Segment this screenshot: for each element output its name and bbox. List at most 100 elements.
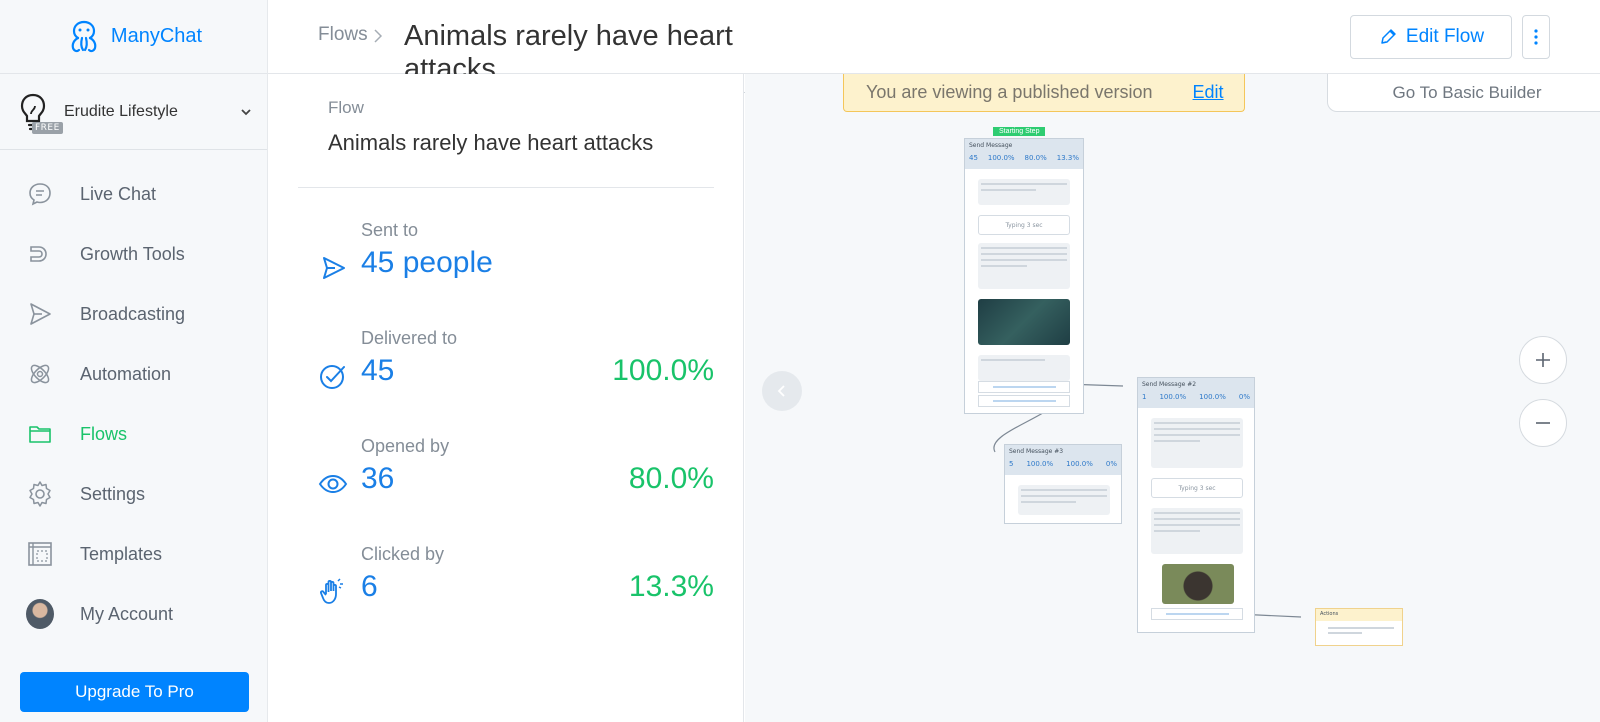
node-title: Send Message #2 [1142,381,1197,388]
nav-item-templates[interactable]: Templates [0,524,267,584]
image-attachment [978,299,1070,345]
divider [298,187,714,188]
node-stat: 100.0% [1026,460,1054,468]
minus-icon [1536,422,1550,424]
stat-label: Clicked by [361,544,445,564]
flow-node-actions[interactable]: Actions [1315,608,1403,646]
edit-flow-label: Edit Flow [1405,26,1485,47]
zoom-out-button[interactable] [1519,399,1567,447]
typing-indicator: Typing 3 sec [1151,478,1243,498]
stat-percent: 13.3% [628,570,714,603]
quick-reply-button[interactable] [978,381,1070,393]
banner-text: You are viewing a published version [866,82,1153,102]
edit-flow-button[interactable]: Edit Flow [1350,15,1512,59]
flow-stats-panel: Flow Animals rarely have heart attacks S… [268,74,744,722]
node-stat: 1 [1142,393,1147,401]
node-stat: 0% [1238,393,1250,401]
node-stat: 100.0% [987,154,1015,162]
plus-icon [1536,353,1550,367]
stat-percent: 100.0% [612,354,714,387]
node-title: Actions [1316,609,1402,621]
chevron-left-icon [777,385,785,397]
top-header: Flows Animals rarely have heart attacks … [268,0,1600,93]
flow-node-send-message-2[interactable]: Send Message #2 1 100.0% 100.0% 0% Typin… [1137,377,1255,633]
typing-indicator: Typing 3 sec [978,215,1070,235]
stat-label: Delivered to [361,328,458,348]
nav-label: Growth Tools [80,243,185,264]
logo[interactable]: ManyChat [0,0,267,74]
plan-badge: FREE [32,121,63,134]
node-stat: 80.0% [1024,154,1047,162]
breadcrumb-flows[interactable]: Flows [318,24,368,46]
more-options-button[interactable] [1522,15,1550,59]
message-bubble [978,243,1070,289]
published-banner: You are viewing a published version Edit [843,74,1245,112]
stat-percent: 80.0% [628,462,714,495]
nav-item-automation[interactable]: Automation [0,344,267,404]
stat-value: 6 [361,570,378,603]
node-stat: 100.0% [1066,460,1093,468]
atom-icon [26,360,54,388]
pen-icon [1381,29,1396,44]
zoom-in-button[interactable] [1519,336,1567,384]
nav-item-broadcasting[interactable]: Broadcasting [0,284,267,344]
image-attachment [1162,564,1234,604]
sidebar: ManyChat FREE Erudite Lifestyle Live Cha… [0,0,268,722]
message-bubble [1151,508,1243,554]
stat-delivered: Delivered to 45 100.0% [298,328,714,418]
node-title: Send Message #3 [1009,448,1064,455]
check-circle-icon [320,365,345,389]
message-button[interactable] [1151,608,1243,620]
eye-icon [318,474,348,494]
nav-item-growth-tools[interactable]: Growth Tools [0,224,267,284]
message-bubble [1151,418,1243,468]
nav-label: Live Chat [80,183,157,204]
quick-reply-button[interactable] [978,395,1070,407]
nav-label: Automation [80,363,172,384]
node-header: Send Message #2 1 100.0% 100.0% 0% [1138,378,1254,408]
node-header: Send Message 45 100.0% 80.0% 13.3% [965,139,1083,169]
node-stat: 100.0% [1159,393,1187,401]
flow-node-send-message-3[interactable]: Send Message #3 5 100.0% 100.0% 0% [1004,444,1122,524]
nav-item-flows[interactable]: Flows [0,404,267,464]
stat-clicked: Clicked by 6 13.3% [298,544,714,634]
nav-label: Settings [80,483,146,504]
chevron-down-icon [241,108,251,115]
node-stat: 5 [1009,460,1014,468]
message-bubble [978,179,1070,205]
flow-name: Animals rarely have heart attacks [328,130,654,155]
stat-sent: Sent to 45 people [298,220,698,310]
node-stats: 5 100.0% 100.0% 0% [1009,460,1117,468]
go-to-basic-builder-button[interactable]: Go To Basic Builder [1327,74,1600,112]
templates-icon [26,540,54,568]
account-name: Erudite Lifestyle [64,102,178,120]
gear-icon [26,480,54,508]
chevron-right-icon [374,29,383,43]
stat-label: Sent to [361,220,419,240]
kebab-icon [1534,29,1538,45]
node-stat: 0% [1105,460,1117,468]
app-name: ManyChat [110,25,203,47]
stat-value: 45 [361,354,395,387]
nav-item-my-account[interactable]: My Account [0,584,267,644]
node-stats: 1 100.0% 100.0% 0% [1142,393,1250,401]
stat-value: 45 people [361,246,493,279]
account-switcher[interactable]: FREE Erudite Lifestyle [0,74,267,150]
hand-pointer-icon [320,578,343,604]
upgrade-button[interactable]: Upgrade To Pro [20,672,249,712]
nav-label: Flows [80,423,128,444]
nav-item-settings[interactable]: Settings [0,464,267,524]
message-bubble [978,355,1070,381]
nav-item-live-chat[interactable]: Live Chat [0,164,267,224]
node-stats: 45 100.0% 80.0% 13.3% [969,154,1079,162]
nav-label: My Account [80,603,174,624]
stat-value: 36 [361,462,395,495]
node-stat: 100.0% [1199,393,1226,401]
flow-node-send-message[interactable]: Send Message 45 100.0% 80.0% 13.3% Typin… [964,138,1084,414]
collapse-panel-button[interactable] [762,371,802,411]
nav-label: Templates [80,543,163,564]
flow-canvas[interactable]: You are viewing a published version Edit… [745,74,1600,722]
banner-edit-link[interactable]: Edit [1193,82,1224,103]
manychat-logo-icon [71,20,97,52]
starting-step-tag: Starting Step [993,127,1046,136]
